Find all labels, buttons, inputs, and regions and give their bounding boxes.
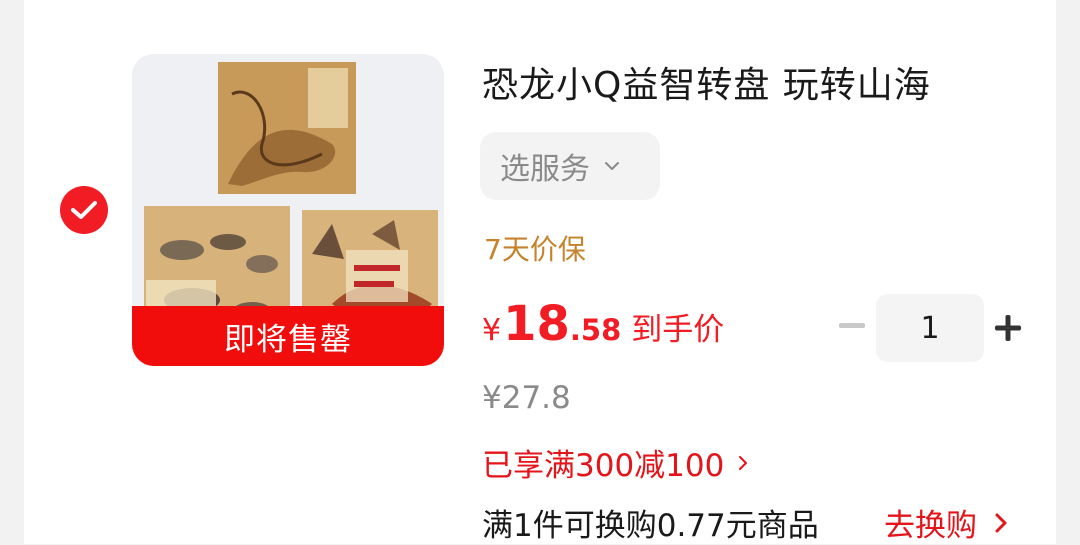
price-decimal: .58 (569, 313, 622, 347)
chevron-right-icon (995, 513, 1007, 533)
decrease-quantity-button[interactable] (838, 312, 866, 340)
price-guarantee-tag: 7天价保 (484, 233, 586, 266)
product-title[interactable]: 恐龙小Q益智转盘 玩转山海 (482, 56, 931, 108)
checkmark-circle-icon (71, 201, 97, 219)
plus-icon (995, 315, 1021, 341)
trade-in-text: 满1件可换购0.77元商品 (482, 508, 819, 544)
promotion-link[interactable]: 已享满300减100 (482, 440, 748, 485)
quantity-input[interactable]: 1 (876, 294, 984, 362)
select-checkbox[interactable] (60, 186, 108, 234)
promotion-text: 已享满300减100 (482, 448, 725, 484)
trade-in-link-label: 去换购 (884, 508, 977, 544)
select-service-button[interactable]: 选服务 (480, 132, 660, 200)
sellout-badge: 即将售罄 (132, 306, 444, 366)
select-service-label: 选服务 (500, 152, 590, 187)
final-price: ¥ 18 .58 到手价 (482, 296, 724, 352)
original-price: ¥27.8 (482, 380, 571, 416)
chevron-right-icon (738, 455, 748, 471)
minus-icon (839, 323, 865, 328)
product-thumbnail[interactable]: 即将售罄 (132, 54, 444, 366)
currency-symbol: ¥ (482, 313, 502, 348)
final-price-label: 到手价 (631, 312, 725, 348)
trade-in-link[interactable]: 去换购 (884, 500, 1007, 545)
chevron-down-icon (604, 161, 620, 171)
price-integer: 18 (503, 296, 570, 352)
increase-quantity-button[interactable] (994, 314, 1022, 342)
